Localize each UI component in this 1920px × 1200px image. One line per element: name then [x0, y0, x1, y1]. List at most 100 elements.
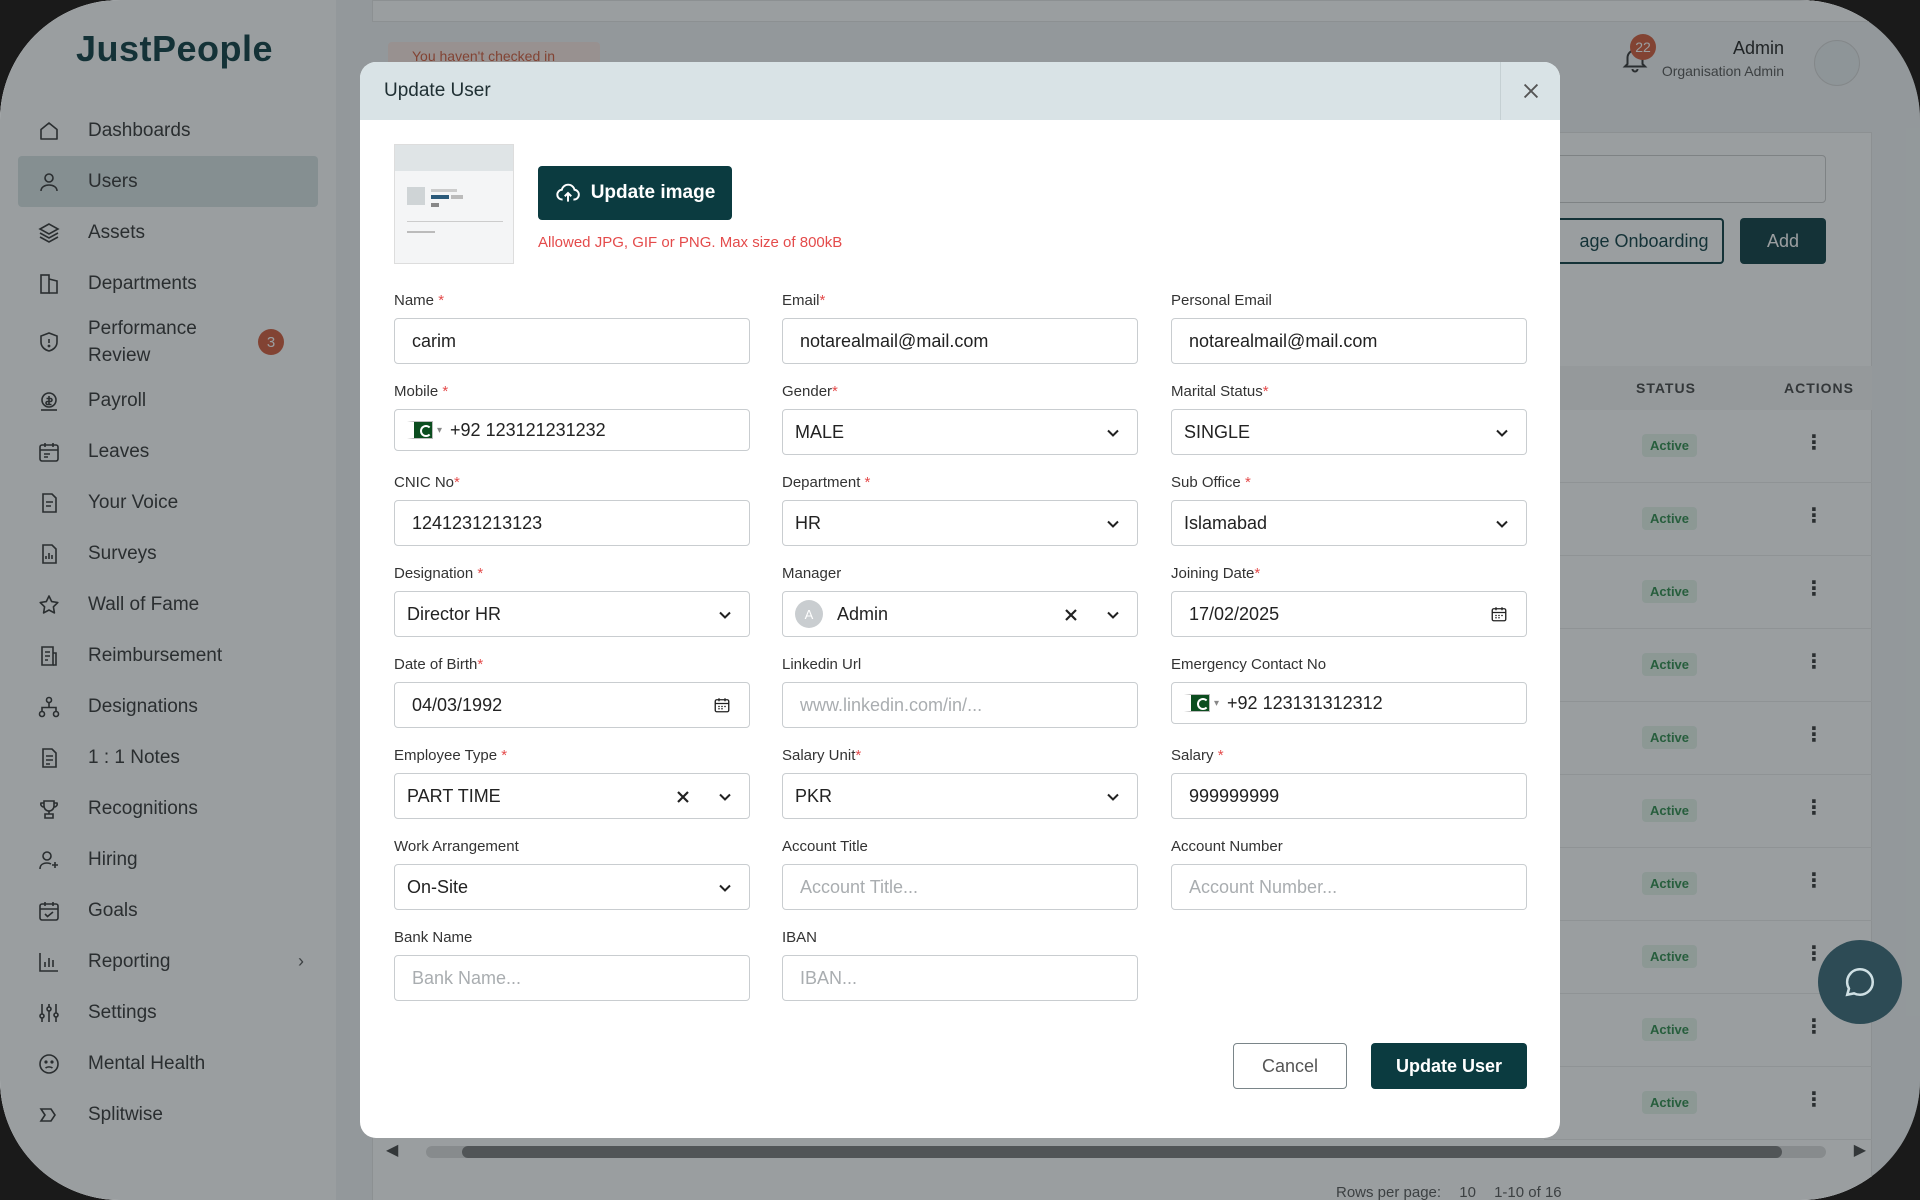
field-value: MALE [795, 421, 845, 442]
field-value: PART TIME [407, 785, 501, 806]
salary-label: Salary * [1171, 747, 1224, 764]
label-text: Gender [782, 383, 833, 400]
profile-image-preview [394, 144, 514, 264]
update-user-button[interactable]: Update User [1371, 1043, 1527, 1089]
field-value: Admin [837, 603, 889, 624]
department-label: Department * [782, 474, 870, 491]
designation-label: Designation * [394, 565, 483, 582]
salary-field[interactable]: 999999999 [1171, 773, 1527, 819]
field-placeholder: Bank Name... [412, 967, 522, 988]
chat-button[interactable] [1818, 940, 1902, 1024]
personal-email-field[interactable]: notarealmail@mail.com [1171, 318, 1527, 364]
account-title-field[interactable]: Account Title... [782, 864, 1138, 910]
cloud-upload-icon [556, 183, 580, 202]
label-text: Marital Status [1171, 383, 1263, 400]
field-value: +92 123131312312 [1227, 692, 1383, 713]
upload-hint: Allowed JPG, GIF or PNG. Max size of 800… [538, 234, 843, 251]
dob-label: Date of Birth* [394, 656, 483, 673]
manager-select[interactable]: A Admin [782, 591, 1138, 637]
required-mark: * [864, 474, 871, 491]
email-field[interactable]: notarealmail@mail.com [782, 318, 1138, 364]
department-select[interactable]: HR [782, 500, 1138, 546]
mobile-field[interactable]: ▾ +92 123121231232 [394, 409, 750, 451]
name-label: Name * [394, 292, 444, 309]
chevron-down-icon [1107, 429, 1119, 437]
label-text: Mobile [394, 383, 439, 400]
field-value: PKR [795, 785, 833, 806]
sub-office-select[interactable]: Islamabad [1171, 500, 1527, 546]
field-value: 999999999 [1189, 785, 1280, 806]
field-value: 17/02/2025 [1189, 603, 1280, 624]
required-mark: * [832, 383, 838, 400]
clear-icon[interactable] [673, 787, 693, 807]
cnic-label: CNIC No* [394, 474, 460, 491]
chevron-down-icon [719, 611, 731, 619]
close-button[interactable] [1500, 62, 1560, 120]
chevron-down-icon [1496, 520, 1508, 528]
required-mark: * [454, 474, 460, 491]
marital-status-select[interactable]: SINGLE [1171, 409, 1527, 455]
avatar: A [795, 600, 823, 628]
chevron-down-icon [1107, 520, 1119, 528]
label-text: Salary Unit [782, 747, 856, 764]
field-value: 04/03/1992 [412, 694, 503, 715]
chevron-down-icon[interactable]: ▾ [1214, 698, 1219, 709]
field-value: Islamabad [1184, 512, 1268, 533]
gender-select[interactable]: MALE [782, 409, 1138, 455]
chat-icon [1845, 967, 1875, 997]
iban-field[interactable]: IBAN... [782, 955, 1138, 1001]
employee-type-select[interactable]: PART TIME [394, 773, 750, 819]
update-user-dialog: Update User Update image Allowed JPG, GI… [360, 62, 1560, 1138]
required-mark: * [1244, 474, 1251, 491]
clear-icon[interactable] [1061, 605, 1081, 625]
chevron-down-icon[interactable]: ▾ [437, 425, 442, 436]
field-value: 1241231213123 [412, 512, 543, 533]
label-text: Designation [394, 565, 474, 582]
field-value: On-Site [407, 876, 469, 897]
field-placeholder: IBAN... [800, 967, 858, 988]
cnic-field[interactable]: 1241231213123 [394, 500, 750, 546]
required-mark: * [855, 747, 862, 764]
required-mark: * [819, 292, 826, 309]
field-value: notarealmail@mail.com [1189, 330, 1378, 351]
field-value: carim [412, 330, 456, 351]
required-mark: * [442, 383, 449, 400]
linkedin-field[interactable]: www.linkedin.com/in/... [782, 682, 1138, 728]
dialog-title: Update User [384, 80, 491, 101]
field-value: HR [795, 512, 821, 533]
field-value: notarealmail@mail.com [800, 330, 989, 351]
name-field[interactable]: carim [394, 318, 750, 364]
pakistan-flag-icon[interactable] [1184, 694, 1210, 712]
field-placeholder: www.linkedin.com/in/... [800, 694, 983, 715]
bank-name-field[interactable]: Bank Name... [394, 955, 750, 1001]
employee-type-label: Employee Type * [394, 747, 507, 764]
label-text: Email [782, 292, 820, 309]
work-arrangement-select[interactable]: On-Site [394, 864, 750, 910]
label-text: Joining Date [1171, 565, 1255, 582]
required-mark: * [477, 565, 484, 582]
salary-unit-select[interactable]: PKR [782, 773, 1138, 819]
calendar-icon[interactable] [713, 696, 731, 714]
field-value: Director HR [407, 603, 502, 624]
calendar-icon[interactable] [1490, 605, 1508, 623]
required-mark: * [438, 292, 445, 309]
sub-office-label: Sub Office * [1171, 474, 1251, 491]
chevron-down-icon [1107, 793, 1119, 801]
personal-email-label: Personal Email [1171, 292, 1272, 309]
field-placeholder: Account Number... [1189, 876, 1338, 897]
dob-field[interactable]: 04/03/1992 [394, 682, 750, 728]
emergency-contact-field[interactable]: ▾ +92 123131312312 [1171, 682, 1527, 724]
update-image-button[interactable]: Update image [538, 166, 732, 220]
required-mark: * [501, 747, 508, 764]
iban-label: IBAN [782, 929, 818, 946]
account-title-label: Account Title [782, 838, 868, 855]
close-icon [1523, 83, 1538, 99]
marital-status-label: Marital Status* [1171, 383, 1269, 400]
joining-date-field[interactable]: 17/02/2025 [1171, 591, 1527, 637]
label-text: Salary [1171, 747, 1214, 764]
cancel-button[interactable]: Cancel [1233, 1043, 1347, 1089]
field-value: +92 123121231232 [450, 419, 606, 440]
pakistan-flag-icon[interactable] [407, 421, 433, 439]
designation-select[interactable]: Director HR [394, 591, 750, 637]
account-number-field[interactable]: Account Number... [1171, 864, 1527, 910]
